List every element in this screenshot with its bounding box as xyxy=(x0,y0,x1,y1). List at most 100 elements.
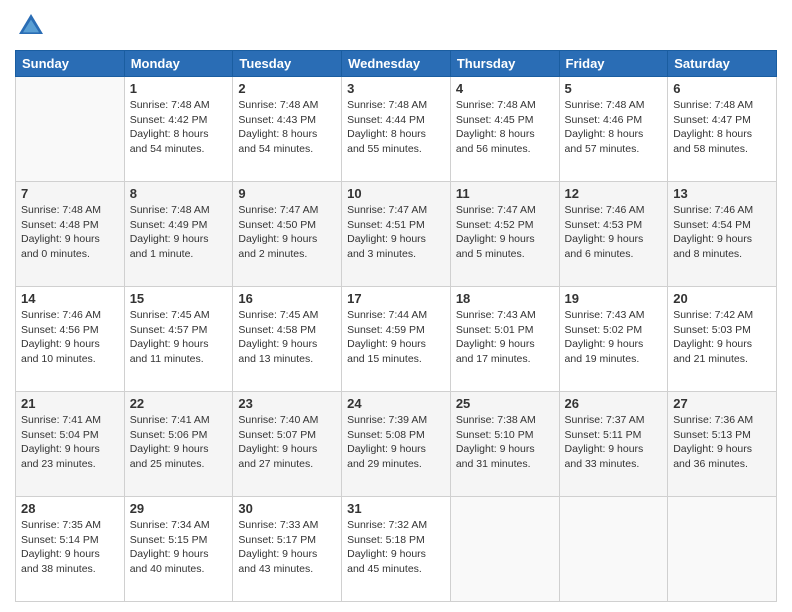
day-cell: 2 Sunrise: 7:48 AMSunset: 4:43 PMDaylight… xyxy=(233,77,342,182)
cell-text: Sunrise: 7:38 AMSunset: 5:10 PMDaylight:… xyxy=(456,414,536,470)
day-number: 3 xyxy=(347,81,445,96)
cell-text: Sunrise: 7:48 AMSunset: 4:48 PMDaylight:… xyxy=(21,204,101,260)
cell-text: Sunrise: 7:35 AMSunset: 5:14 PMDaylight:… xyxy=(21,519,101,575)
day-number: 17 xyxy=(347,291,445,306)
calendar-table: SundayMondayTuesdayWednesdayThursdayFrid… xyxy=(15,50,777,602)
day-cell: 13 Sunrise: 7:46 AMSunset: 4:54 PMDayligh… xyxy=(668,182,777,287)
day-cell: 20Sunrise: 7:42 AMSunset: 5:03 PMDayligh… xyxy=(668,287,777,392)
day-number: 26 xyxy=(565,396,663,411)
cell-text: Sunrise: 7:47 AMSunset: 4:50 PMDaylight:… xyxy=(238,204,318,260)
weekday-header-monday: Monday xyxy=(124,51,233,77)
day-cell: 10Sunrise: 7:47 AMSunset: 4:51 PMDayligh… xyxy=(342,182,451,287)
day-cell: 15 Sunrise: 7:45 AMSunset: 4:57 PMDayligh… xyxy=(124,287,233,392)
cell-text: Sunrise: 7:46 AMSunset: 4:53 PMDaylight:… xyxy=(565,204,645,260)
weekday-header-friday: Friday xyxy=(559,51,668,77)
day-cell xyxy=(450,497,559,602)
cell-text: Sunrise: 7:43 AMSunset: 5:01 PMDaylight:… xyxy=(456,309,536,365)
day-cell: 24 Sunrise: 7:39 AMSunset: 5:08 PMDayligh… xyxy=(342,392,451,497)
cell-text: Sunrise: 7:48 AMSunset: 4:42 PMDaylight:… xyxy=(130,99,210,155)
day-cell: 12 Sunrise: 7:46 AMSunset: 4:53 PMDayligh… xyxy=(559,182,668,287)
cell-text: Sunrise: 7:48 AMSunset: 4:46 PMDaylight:… xyxy=(565,99,645,155)
cell-text: Sunrise: 7:48 AMSunset: 4:47 PMDaylight:… xyxy=(673,99,753,155)
week-row-4: 28 Sunrise: 7:35 AMSunset: 5:14 PMDayligh… xyxy=(16,497,777,602)
cell-text: Sunrise: 7:45 AMSunset: 4:57 PMDaylight:… xyxy=(130,309,210,365)
cell-text: Sunrise: 7:34 AMSunset: 5:15 PMDaylight:… xyxy=(130,519,210,575)
header xyxy=(15,10,777,42)
day-number: 21 xyxy=(21,396,119,411)
cell-text: Sunrise: 7:46 AMSunset: 4:56 PMDaylight:… xyxy=(21,309,101,365)
day-number: 30 xyxy=(238,501,336,516)
day-number: 12 xyxy=(565,186,663,201)
cell-text: Sunrise: 7:41 AMSunset: 5:06 PMDaylight:… xyxy=(130,414,210,470)
cell-text: Sunrise: 7:41 AMSunset: 5:04 PMDaylight:… xyxy=(21,414,101,470)
day-number: 13 xyxy=(673,186,771,201)
day-cell: 14Sunrise: 7:46 AMSunset: 4:56 PMDayligh… xyxy=(16,287,125,392)
day-number: 24 xyxy=(347,396,445,411)
day-cell: 16 Sunrise: 7:45 AMSunset: 4:58 PMDayligh… xyxy=(233,287,342,392)
cell-text: Sunrise: 7:48 AMSunset: 4:43 PMDaylight:… xyxy=(238,99,318,155)
weekday-header-saturday: Saturday xyxy=(668,51,777,77)
day-number: 6 xyxy=(673,81,771,96)
cell-text: Sunrise: 7:48 AMSunset: 4:44 PMDaylight:… xyxy=(347,99,427,155)
week-row-1: 7 Sunrise: 7:48 AMSunset: 4:48 PMDaylight… xyxy=(16,182,777,287)
cell-text: Sunrise: 7:36 AMSunset: 5:13 PMDaylight:… xyxy=(673,414,753,470)
day-cell: 17 Sunrise: 7:44 AMSunset: 4:59 PMDayligh… xyxy=(342,287,451,392)
day-cell: 3 Sunrise: 7:48 AMSunset: 4:44 PMDaylight… xyxy=(342,77,451,182)
day-cell: 31Sunrise: 7:32 AMSunset: 5:18 PMDayligh… xyxy=(342,497,451,602)
day-cell: 28 Sunrise: 7:35 AMSunset: 5:14 PMDayligh… xyxy=(16,497,125,602)
day-cell: 25 Sunrise: 7:38 AMSunset: 5:10 PMDayligh… xyxy=(450,392,559,497)
day-number: 7 xyxy=(21,186,119,201)
day-cell: 19Sunrise: 7:43 AMSunset: 5:02 PMDayligh… xyxy=(559,287,668,392)
cell-text: Sunrise: 7:44 AMSunset: 4:59 PMDaylight:… xyxy=(347,309,427,365)
day-cell: 7 Sunrise: 7:48 AMSunset: 4:48 PMDaylight… xyxy=(16,182,125,287)
day-number: 31 xyxy=(347,501,445,516)
day-cell: 22 Sunrise: 7:41 AMSunset: 5:06 PMDayligh… xyxy=(124,392,233,497)
cell-text: Sunrise: 7:46 AMSunset: 4:54 PMDaylight:… xyxy=(673,204,753,260)
day-cell: 26Sunrise: 7:37 AMSunset: 5:11 PMDayligh… xyxy=(559,392,668,497)
cell-text: Sunrise: 7:43 AMSunset: 5:02 PMDaylight:… xyxy=(565,309,645,365)
weekday-header-thursday: Thursday xyxy=(450,51,559,77)
day-cell: 18Sunrise: 7:43 AMSunset: 5:01 PMDayligh… xyxy=(450,287,559,392)
day-number: 4 xyxy=(456,81,554,96)
cell-text: Sunrise: 7:33 AMSunset: 5:17 PMDaylight:… xyxy=(238,519,318,575)
day-number: 27 xyxy=(673,396,771,411)
day-number: 28 xyxy=(21,501,119,516)
day-cell: 4 Sunrise: 7:48 AMSunset: 4:45 PMDaylight… xyxy=(450,77,559,182)
cell-text: Sunrise: 7:45 AMSunset: 4:58 PMDaylight:… xyxy=(238,309,318,365)
week-row-0: 1Sunrise: 7:48 AMSunset: 4:42 PMDaylight… xyxy=(16,77,777,182)
cell-text: Sunrise: 7:48 AMSunset: 4:49 PMDaylight:… xyxy=(130,204,210,260)
weekday-header-row: SundayMondayTuesdayWednesdayThursdayFrid… xyxy=(16,51,777,77)
logo xyxy=(15,10,51,42)
day-cell: 21 Sunrise: 7:41 AMSunset: 5:04 PMDayligh… xyxy=(16,392,125,497)
day-number: 2 xyxy=(238,81,336,96)
week-row-2: 14Sunrise: 7:46 AMSunset: 4:56 PMDayligh… xyxy=(16,287,777,392)
day-number: 5 xyxy=(565,81,663,96)
day-cell: 23Sunrise: 7:40 AMSunset: 5:07 PMDayligh… xyxy=(233,392,342,497)
day-cell: 29 Sunrise: 7:34 AMSunset: 5:15 PMDayligh… xyxy=(124,497,233,602)
day-cell: 30 Sunrise: 7:33 AMSunset: 5:17 PMDayligh… xyxy=(233,497,342,602)
day-cell: 11Sunrise: 7:47 AMSunset: 4:52 PMDayligh… xyxy=(450,182,559,287)
day-number: 22 xyxy=(130,396,228,411)
logo-icon xyxy=(15,10,47,42)
cell-text: Sunrise: 7:47 AMSunset: 4:52 PMDaylight:… xyxy=(456,204,536,260)
week-row-3: 21 Sunrise: 7:41 AMSunset: 5:04 PMDayligh… xyxy=(16,392,777,497)
day-number: 9 xyxy=(238,186,336,201)
day-cell xyxy=(559,497,668,602)
cell-text: Sunrise: 7:48 AMSunset: 4:45 PMDaylight:… xyxy=(456,99,536,155)
day-number: 25 xyxy=(456,396,554,411)
day-number: 10 xyxy=(347,186,445,201)
day-number: 8 xyxy=(130,186,228,201)
cell-text: Sunrise: 7:40 AMSunset: 5:07 PMDaylight:… xyxy=(238,414,318,470)
day-number: 29 xyxy=(130,501,228,516)
day-number: 15 xyxy=(130,291,228,306)
day-cell: 27 Sunrise: 7:36 AMSunset: 5:13 PMDayligh… xyxy=(668,392,777,497)
cell-text: Sunrise: 7:42 AMSunset: 5:03 PMDaylight:… xyxy=(673,309,753,365)
calendar-container: SundayMondayTuesdayWednesdayThursdayFrid… xyxy=(0,0,792,612)
day-cell: 8 Sunrise: 7:48 AMSunset: 4:49 PMDaylight… xyxy=(124,182,233,287)
day-number: 16 xyxy=(238,291,336,306)
day-cell: 6 Sunrise: 7:48 AMSunset: 4:47 PMDaylight… xyxy=(668,77,777,182)
day-cell xyxy=(16,77,125,182)
weekday-header-sunday: Sunday xyxy=(16,51,125,77)
cell-text: Sunrise: 7:39 AMSunset: 5:08 PMDaylight:… xyxy=(347,414,427,470)
day-cell: 5 Sunrise: 7:48 AMSunset: 4:46 PMDaylight… xyxy=(559,77,668,182)
